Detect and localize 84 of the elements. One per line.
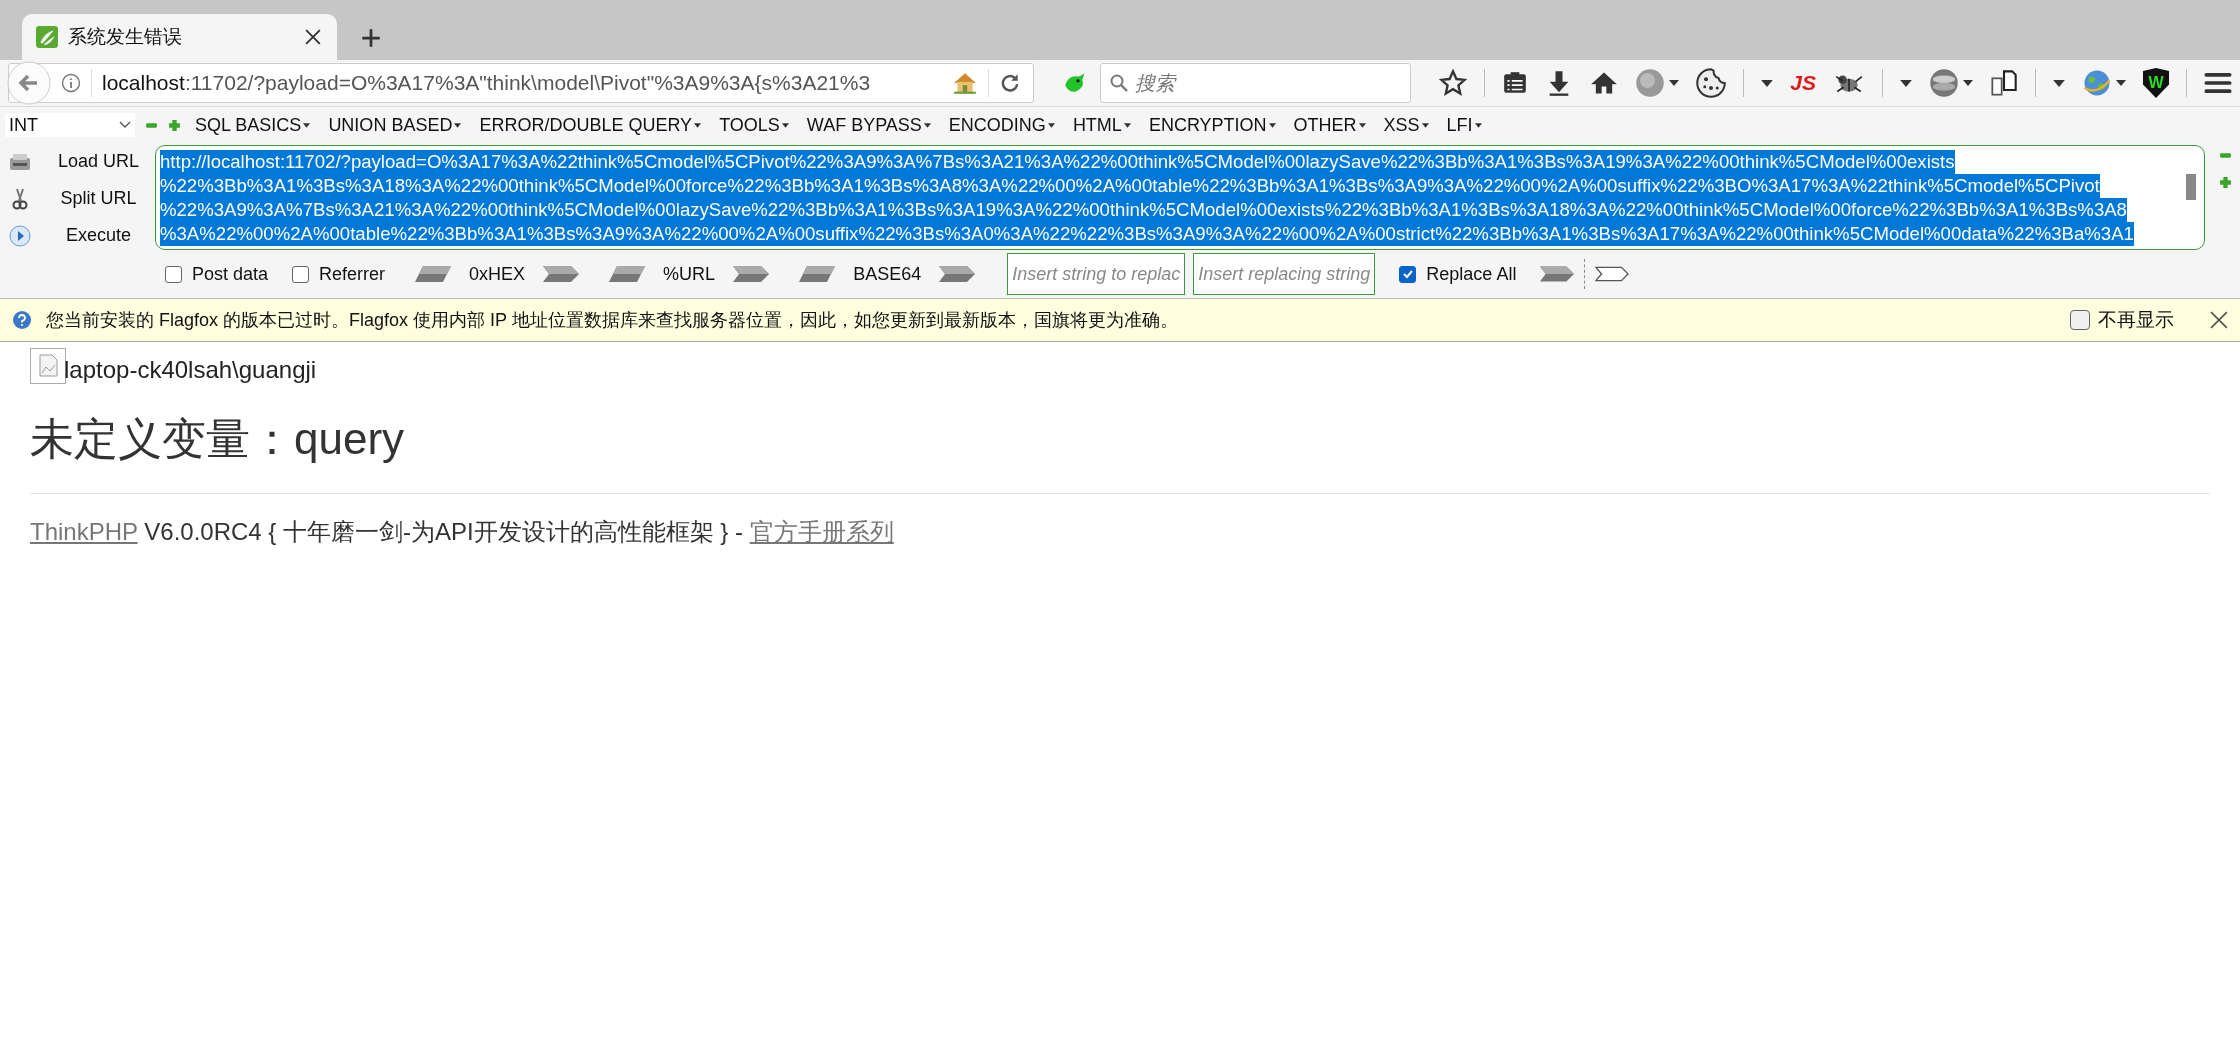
info-icon[interactable] — [61, 73, 81, 93]
menu-button[interactable]: SQL BASICS — [191, 114, 315, 136]
caret-icon — [1358, 122, 1366, 128]
menu-button[interactable]: OTHER — [1289, 114, 1370, 136]
plus-icon[interactable] — [168, 118, 181, 132]
list-icon[interactable] — [1502, 70, 1529, 96]
encode-arrow-icon[interactable] — [733, 266, 770, 282]
replace-string-field[interactable]: Insert string to replac — [1007, 253, 1186, 295]
menu-button[interactable]: ERROR/DOUBLE QUERY — [475, 114, 706, 136]
caret-icon[interactable] — [2053, 79, 2065, 87]
caret-icon[interactable] — [1900, 79, 1912, 87]
action-button[interactable]: Split URL — [0, 184, 155, 213]
caret-icon — [303, 122, 311, 128]
menu-button[interactable]: HTML — [1068, 114, 1135, 136]
scrollbar-thumb[interactable] — [2186, 174, 2196, 200]
search-placeholder: 搜索 — [1134, 70, 1175, 96]
address-bar[interactable]: localhost:11702/?payload=O%3A17%3A"think\model\Pivot"%3A9%3A{s%3A21%3 — [8, 63, 1034, 103]
decode-arrow-icon[interactable] — [609, 266, 646, 282]
close-icon[interactable] — [305, 29, 321, 45]
devices-icon[interactable] — [1990, 69, 2018, 97]
play-icon — [8, 223, 32, 248]
chevron-icon — [119, 121, 131, 129]
url-textarea[interactable] — [155, 145, 2205, 250]
error-heading: 未定义变量：query — [30, 413, 406, 465]
broken-image-icon — [30, 348, 66, 384]
menu-button[interactable]: LFI — [1442, 114, 1486, 136]
arrow-outline-icon[interactable] — [1595, 266, 1630, 282]
caret-icon — [781, 122, 789, 128]
shield-icon[interactable]: W — [2143, 68, 2169, 98]
notification-message: 您当前安装的 Flagfox 的版本已过时。Flagfox 使用内部 IP 地址位置数据库来查找服务器位置，因此，如您更新到最新版本，国旗将更为准确。 — [46, 309, 1179, 332]
caret-icon[interactable] — [1963, 80, 1973, 86]
encoding-label: BASE64 — [853, 263, 922, 285]
js-icon[interactable]: JS — [1790, 71, 1816, 95]
menu-button[interactable]: UNION BASED — [324, 114, 466, 136]
decode-arrow-icon[interactable] — [415, 266, 452, 282]
encoding-label: %URL — [663, 263, 716, 285]
menu-button[interactable]: ENCODING — [944, 114, 1059, 136]
post-data-checkbox[interactable]: Post data — [165, 263, 269, 285]
action-button[interactable]: Execute — [0, 221, 155, 250]
cookie-icon[interactable] — [1696, 68, 1727, 98]
menu-button[interactable]: XSS — [1379, 114, 1433, 136]
dont-show-checkbox[interactable]: 不再显示 — [2070, 307, 2174, 333]
caret-icon — [694, 122, 702, 128]
menu-button[interactable]: TOOLS — [715, 114, 793, 136]
caret-icon[interactable] — [1669, 80, 1680, 86]
caret-icon — [454, 122, 462, 128]
caret-icon — [923, 122, 931, 128]
replace-all-checkbox[interactable]: Replace All — [1399, 263, 1517, 285]
tab-title: 系统发生错误 — [68, 25, 183, 49]
replace-arrow-icon[interactable] — [1540, 266, 1575, 282]
replacement-string-field[interactable]: Insert replacing string — [1193, 253, 1376, 295]
encode-arrow-icon[interactable] — [939, 266, 976, 282]
caret-icon — [1123, 122, 1131, 128]
thinkphp-link[interactable]: ThinkPHP — [30, 518, 138, 545]
referrer-checkbox[interactable]: Referrer — [292, 263, 386, 285]
search-icon — [1108, 73, 1129, 93]
footer-text: ThinkPHP V6.0.0RC4 { 十年磨一剑-为API开发设计的高性能框架 } - 官方手册系列 — [30, 517, 895, 547]
caret-icon[interactable] — [2116, 80, 2126, 86]
plus-icon[interactable] — [2219, 176, 2232, 189]
star-icon[interactable] — [1439, 69, 1468, 97]
caret-icon — [1474, 122, 1482, 128]
user-path-text: laptop-ck40lsah\guangji — [64, 356, 317, 384]
back-icon[interactable] — [7, 61, 51, 105]
new-tab-icon[interactable] — [361, 28, 381, 48]
leaf-icon — [36, 26, 58, 48]
caret-icon[interactable] — [1761, 79, 1774, 87]
address-text: localhost:11702/?payload=O%3A17%3A"think\model\Pivot"%3A9%3A{s%3A21%3 — [102, 71, 872, 95]
layers-icon[interactable] — [1929, 68, 1959, 98]
encoding-label: 0xHEX — [469, 263, 526, 285]
menu-button[interactable]: WAF BYPASS — [802, 114, 935, 136]
caret-icon — [1268, 122, 1276, 128]
caret-icon — [1421, 122, 1429, 128]
browser-tab[interactable]: 系统发生错误 — [22, 14, 337, 60]
action-button[interactable]: Load URL — [0, 147, 155, 176]
caret-icon — [1047, 122, 1055, 128]
close-icon[interactable] — [2210, 311, 2228, 329]
menu-button[interactable]: ENCRYPTION — [1144, 114, 1280, 136]
type-select[interactable]: INT — [5, 113, 135, 137]
encode-arrow-icon[interactable] — [543, 266, 580, 282]
checkmark-icon — [1401, 268, 1414, 280]
manual-link[interactable]: 官方手册系列 — [749, 518, 894, 545]
help-icon — [12, 310, 32, 330]
decode-arrow-icon[interactable] — [799, 266, 836, 282]
search-field[interactable]: 搜索 — [1099, 63, 1412, 103]
